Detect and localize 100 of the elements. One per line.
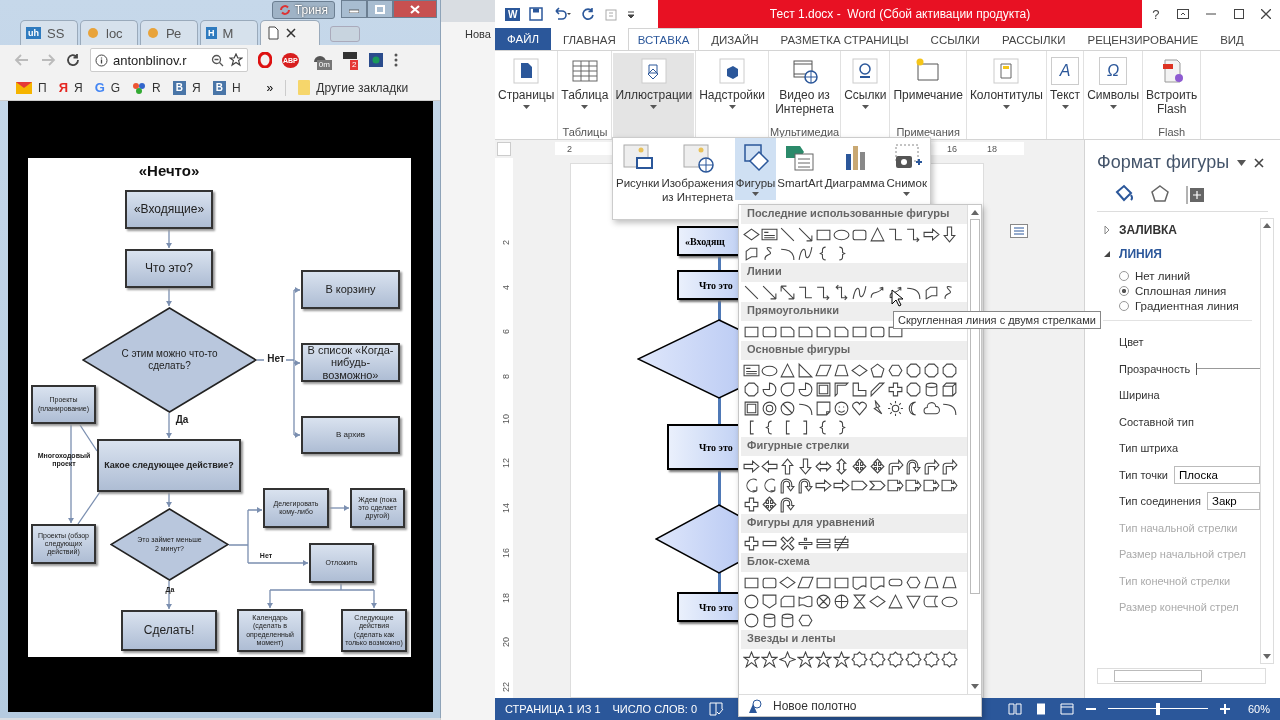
bookmark[interactable]: Я Я: [58, 80, 83, 95]
dropdown-field[interactable]: Плоска: [1173, 465, 1260, 484]
group-label: Таблицы: [562, 125, 608, 139]
tab-title: loc: [106, 25, 123, 41]
property-label: Тип соединения: [1119, 495, 1201, 508]
connector-label: Нет: [266, 353, 286, 364]
site-icon: uh: [26, 27, 41, 39]
ribbon-tab[interactable]: ГЛАВНАЯ: [553, 28, 626, 50]
flowchart-box: В архив: [301, 416, 400, 454]
gallery-section-title: Звезды и ленты: [741, 630, 967, 649]
connector-label: Да: [174, 414, 190, 425]
yandex-icon: Я: [58, 80, 68, 95]
file-menu-tab[interactable]: ФАЙЛ: [495, 28, 551, 50]
ribbon-tab[interactable]: РАЗМЕТКА СТРАНИЦЫ: [770, 28, 919, 50]
site-icon: H: [206, 27, 217, 39]
vk-icon: В: [172, 80, 186, 95]
property-label: Составной тип: [1119, 415, 1194, 428]
more-bookmarks-button[interactable]: »: [266, 80, 274, 95]
pane-title: Формат фигуры: [1097, 152, 1230, 173]
group-label: Примечания: [896, 125, 960, 139]
flowchart-box: «Входящие»: [125, 190, 213, 229]
ribbon-button[interactable]: Ссылки: [842, 53, 889, 139]
vk-icon: В: [212, 80, 226, 95]
ribbon-button[interactable]: Колонтитулы: [967, 53, 1045, 139]
property-label: Размер начальной стрел: [1119, 548, 1247, 561]
page-count[interactable]: СТРАНИЦА 1 ИЗ 1: [505, 703, 601, 715]
gallery-section-title: Линии: [741, 263, 967, 282]
property-label: Ширина: [1119, 389, 1160, 402]
flowchart-box: В корзину: [301, 270, 400, 309]
ribbon-tab[interactable]: ССЫЛКИ: [920, 28, 990, 50]
ribbon-button[interactable]: Иллюстрации: [613, 53, 695, 139]
ribbon-button[interactable]: Примечание: [891, 53, 965, 125]
bookmark-folder[interactable]: Другие закладки: [298, 80, 409, 95]
gallery-button[interactable]: Фигуры: [734, 138, 777, 200]
flowchart-box: В список «Когда-нибудь-возможно»: [301, 343, 400, 382]
ribbon-button[interactable]: Видео из Интернета: [773, 53, 837, 125]
diagram-title: «Нечто»: [137, 162, 201, 179]
radio-option[interactable]: Сплошная линия: [1119, 285, 1252, 297]
browser-tab[interactable]: uh SS: [20, 20, 78, 45]
help-button[interactable]: ?: [1143, 4, 1168, 24]
flowchart-box: Что это?: [125, 249, 213, 288]
google-icon: G: [94, 80, 105, 95]
vertical-ruler: 2 4 6 8 10 12 14 16 18 20 22: [495, 158, 513, 698]
flowchart-box[interactable]: Что это: [677, 592, 739, 622]
ribbon-button[interactable]: Ω Символы: [1085, 53, 1142, 139]
tab-title: Ре: [166, 25, 182, 41]
word-logo-icon: W: [505, 7, 521, 21]
window-title: Тест 1.docx - Word (Сбой активации продукта): [769, 7, 1031, 21]
property-label: Тип начальной стрелки: [1119, 521, 1238, 534]
flowchart-box: Сделать!: [121, 610, 217, 651]
browser-tab[interactable]: H М: [200, 20, 258, 45]
browser-tab[interactable]: Ре: [140, 20, 198, 45]
browser-tab[interactable]: loc: [80, 20, 138, 45]
omega-icon: Ω: [1099, 57, 1128, 85]
new-canvas-button[interactable]: Новое полотно: [739, 694, 981, 716]
bookmark[interactable]: П: [16, 80, 47, 95]
group-label: Flash: [1158, 125, 1186, 139]
dropdown-field[interactable]: Закр: [1206, 492, 1260, 511]
ribbon-button[interactable]: Таблица: [559, 53, 611, 125]
bookmark[interactable]: В Н: [212, 80, 241, 95]
ribbon-tab[interactable]: ВСТАВКА: [627, 28, 700, 50]
property-label: Цвет: [1119, 336, 1144, 349]
flowchart-box[interactable]: Что это: [667, 424, 739, 470]
property-label: Тип штриха: [1119, 442, 1178, 455]
gallery-section-title: Фигуры для уравнений: [741, 514, 967, 533]
ribbon-tab[interactable]: РАССЫЛКИ: [991, 28, 1076, 50]
group-label: Мультимедиа: [770, 125, 840, 139]
text-icon: A: [1051, 57, 1079, 85]
ribbon-tab[interactable]: ВИД: [1210, 28, 1254, 50]
bookmark[interactable]: G G: [94, 80, 121, 95]
gallery-section-title: Основные фигуры: [741, 341, 967, 360]
bookmark[interactable]: В Я: [172, 80, 201, 95]
property-label: Тип конечной стрелки: [1119, 574, 1231, 587]
gallery-section-title: Фигурные стрелки: [741, 437, 967, 456]
flowchart-box: Какое следующее действие?: [97, 439, 241, 492]
zoom-level[interactable]: 60%: [1247, 703, 1270, 715]
ribbon-button[interactable]: Надстройки: [697, 53, 767, 139]
section-header[interactable]: ЗАЛИВКА: [1103, 218, 1260, 242]
ribbon-button[interactable]: A Текст: [1047, 53, 1083, 139]
property-label: Тип точки: [1119, 468, 1168, 481]
ribbon-tab[interactable]: ДИЗАЙН: [701, 28, 769, 50]
gallery-section-title: Блок-схема: [741, 553, 967, 572]
ribbon-button[interactable]: Встроить Flash: [1144, 53, 1200, 125]
word-count[interactable]: ЧИСЛО СЛОВ: 0: [612, 703, 698, 715]
ribbon-tab[interactable]: РЕЦЕНЗИРОВАНИЕ: [1077, 28, 1209, 50]
tab-title: М: [222, 25, 234, 41]
property-label: Прозрачность: [1119, 362, 1191, 375]
window-text: Нова: [465, 28, 491, 40]
flowchart-box[interactable]: Что это: [677, 270, 739, 300]
section-header[interactable]: ЛИНИЯ: [1103, 242, 1260, 266]
property-label: Размер конечной стрел: [1119, 601, 1239, 614]
address-field[interactable]: antonblinov.r: [90, 48, 248, 72]
decision-text: С этим можно что-то сделать?: [120, 348, 219, 372]
ribbon-button[interactable]: Страницы: [496, 53, 557, 139]
tab-title: SS: [47, 25, 65, 41]
bookmark[interactable]: R: [132, 80, 161, 95]
radio-option[interactable]: Градиентная линия: [1119, 300, 1252, 312]
flowchart-box[interactable]: «Входящ: [677, 226, 739, 256]
radio-option[interactable]: Нет линий: [1119, 270, 1252, 282]
gallery-section-title: Последние использованные фигуры: [741, 205, 967, 224]
